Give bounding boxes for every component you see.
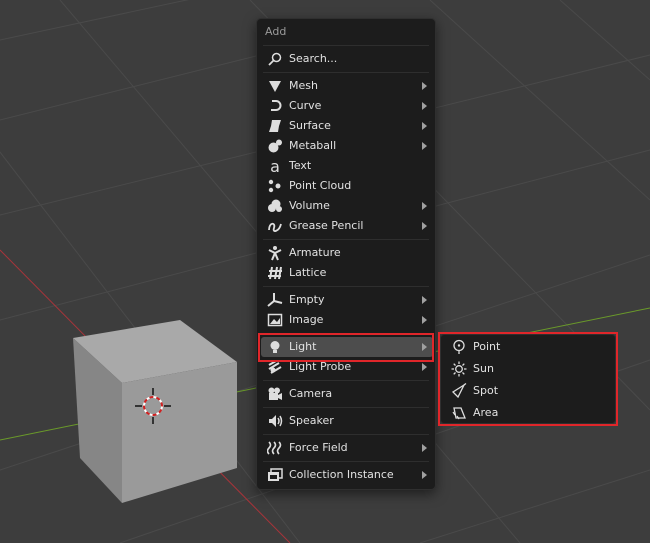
menu-item-text[interactable]: a Text xyxy=(261,156,433,176)
menu-item-armature[interactable]: Armature xyxy=(261,243,433,263)
submenu-arrow-icon xyxy=(422,471,427,479)
svg-text:a: a xyxy=(270,158,280,174)
submenu-arrow-icon xyxy=(422,82,427,90)
menu-item-collection-instance[interactable]: Collection Instance xyxy=(261,465,433,485)
menu-item-speaker[interactable]: Speaker xyxy=(261,411,433,431)
menu-item-surface[interactable]: Surface xyxy=(261,116,433,136)
search-icon xyxy=(268,52,282,66)
submenu-item-area[interactable]: Area xyxy=(445,402,615,424)
area-light-icon xyxy=(452,407,466,420)
spot-light-icon xyxy=(451,383,467,399)
image-icon xyxy=(267,313,283,327)
menu-item-volume[interactable]: Volume xyxy=(261,196,433,216)
armature-icon xyxy=(268,246,282,261)
search-label: Search... xyxy=(289,52,338,65)
menu-divider xyxy=(263,333,429,334)
menu-item-mesh[interactable]: Mesh xyxy=(261,76,433,96)
mesh-icon xyxy=(269,81,281,92)
sun-light-icon xyxy=(451,361,467,377)
point-cloud-icon xyxy=(268,179,281,193)
camera-icon xyxy=(268,387,282,400)
speaker-icon xyxy=(269,415,283,427)
submenu-arrow-icon xyxy=(422,122,427,130)
menu-divider xyxy=(263,72,429,73)
search-item[interactable]: Search... xyxy=(261,49,433,69)
surface-icon xyxy=(269,120,281,132)
collection-icon xyxy=(268,468,283,481)
point-light-icon xyxy=(453,339,465,354)
default-cube[interactable] xyxy=(73,320,237,503)
text-icon: a xyxy=(270,158,280,174)
menu-item-grease-pencil[interactable]: Grease Pencil xyxy=(261,216,433,236)
menu-item-force-field[interactable]: Force Field xyxy=(261,438,433,458)
empty-icon xyxy=(267,293,283,307)
menu-divider xyxy=(263,239,429,240)
submenu-arrow-icon xyxy=(422,363,427,371)
menu-item-camera[interactable]: Camera xyxy=(261,384,433,404)
submenu-arrow-icon xyxy=(422,102,427,110)
submenu-item-sun[interactable]: Sun xyxy=(445,358,615,380)
submenu-arrow-icon xyxy=(422,444,427,452)
submenu-arrow-icon xyxy=(422,222,427,230)
metaball-icon xyxy=(268,139,282,153)
menu-divider xyxy=(263,407,429,408)
menu-title: Add xyxy=(265,25,287,38)
menu-item-image[interactable]: Image xyxy=(261,310,433,330)
add-menu: Add Search... Mesh Curve Surface Metabal… xyxy=(256,18,436,490)
menu-item-point-cloud[interactable]: Point Cloud xyxy=(261,176,433,196)
submenu-arrow-icon xyxy=(422,202,427,210)
menu-divider xyxy=(263,380,429,381)
light-probe-icon xyxy=(268,360,282,374)
curve-icon xyxy=(271,100,282,111)
submenu-arrow-icon xyxy=(422,316,427,324)
menu-item-metaball[interactable]: Metaball xyxy=(261,136,433,156)
menu-item-light-probe[interactable]: Light Probe xyxy=(261,357,433,377)
menu-item-lattice[interactable]: Lattice xyxy=(261,263,433,283)
submenu-arrow-icon xyxy=(422,343,427,351)
lattice-icon xyxy=(268,266,282,280)
submenu-item-point[interactable]: Point xyxy=(445,336,615,358)
menu-item-empty[interactable]: Empty xyxy=(261,290,433,310)
menu-item-light[interactable]: Light xyxy=(261,337,433,357)
submenu-arrow-icon xyxy=(422,142,427,150)
menu-divider xyxy=(263,286,429,287)
menu-divider xyxy=(263,45,429,46)
light-icon xyxy=(270,341,280,353)
menu-item-curve[interactable]: Curve xyxy=(261,96,433,116)
menu-divider xyxy=(263,434,429,435)
submenu-arrow-icon xyxy=(422,296,427,304)
light-submenu: Point Sun Spot Area xyxy=(440,334,616,424)
volume-icon xyxy=(268,199,282,212)
force-field-icon xyxy=(267,441,282,455)
menu-divider xyxy=(263,461,429,462)
submenu-item-spot[interactable]: Spot xyxy=(445,380,615,402)
grease-pencil-icon xyxy=(268,222,282,232)
